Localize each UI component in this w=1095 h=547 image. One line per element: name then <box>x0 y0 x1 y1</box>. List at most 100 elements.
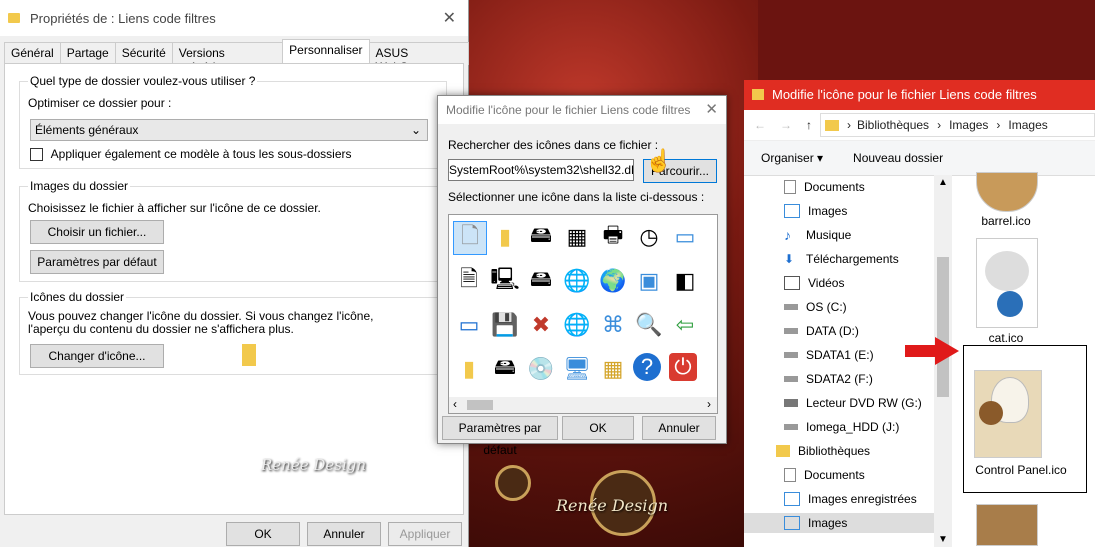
tree-item-documents[interactable]: Documents <box>784 177 865 197</box>
ok-button[interactable]: OK <box>562 416 634 440</box>
tree-item-drive-d[interactable]: DATA (D:) <box>784 321 859 341</box>
ok-button[interactable]: OK <box>226 522 300 546</box>
drive-icon <box>784 352 798 358</box>
tree-item-saved-images[interactable]: Images enregistrées <box>784 489 917 509</box>
search-icon[interactable]: 🔍 <box>633 309 665 341</box>
tab-customize[interactable]: Personnaliser <box>282 39 370 65</box>
monitor-icon[interactable]: ▭ <box>453 309 485 341</box>
power-icon[interactable]: ⏻ <box>669 353 697 381</box>
network-globe2-icon[interactable]: 🌐 <box>561 309 593 341</box>
optimize-select[interactable]: Éléments généraux ⌄ <box>30 119 428 141</box>
folder-icon[interactable]: ▮ <box>489 221 521 253</box>
desktop-icon[interactable]: 🖥 <box>561 353 593 385</box>
forward-icon[interactable]: → <box>780 118 792 132</box>
media-icon[interactable]: ◧ <box>669 265 701 297</box>
file-thumb-barrel[interactable] <box>976 172 1038 212</box>
icon-list[interactable]: 🗋 ▮ 🖴 ▦ 🖶 ◷ ▭ 🗎 🖳 🖴 🌐 🌍 ▣ ◧ ▭ 💾 ✖ 🌐 ⌘ 🔍 … <box>448 214 718 414</box>
tree-item-videos[interactable]: Vidéos <box>784 273 844 293</box>
tree-item-drive-c[interactable]: OS (C:) <box>784 297 847 317</box>
tree-label: Documents <box>804 468 865 482</box>
document-icon <box>784 180 796 194</box>
tree-item-music[interactable]: ♪ Musique <box>784 225 851 245</box>
globe-icon[interactable]: 🌐 <box>561 265 593 297</box>
breadcrumb-item[interactable]: Bibliothèques <box>857 118 929 132</box>
floppy-icon[interactable]: 💾 <box>489 309 521 341</box>
tree-item-libraries[interactable]: Bibliothèques <box>776 441 870 461</box>
blank-file-icon[interactable]: 🗋 <box>453 221 487 255</box>
tree-item-lib-images[interactable]: Images <box>784 513 847 533</box>
default-button[interactable]: Paramètres par défaut <box>442 416 558 457</box>
folder2-icon[interactable]: ▮ <box>453 353 485 385</box>
up-icon[interactable]: ↑ <box>806 118 812 132</box>
close-icon[interactable]: ✕ <box>443 8 456 28</box>
apply-subfolders-row[interactable]: Appliquer également ce modèle à tous les… <box>30 147 352 162</box>
file-path-input[interactable]: SystemRoot%\system32\shell32.dll <box>448 159 634 181</box>
tab-sharing[interactable]: Partage <box>59 42 116 65</box>
document-icon[interactable]: 🗎 <box>453 265 485 297</box>
file-thumb-cat[interactable] <box>976 238 1038 328</box>
chevron-left-icon[interactable]: ‹ <box>453 397 457 411</box>
clock-file-icon[interactable]: ◷ <box>633 221 665 253</box>
change-icon-dialog: Modifie l'icône pour le fichier Liens co… <box>437 95 727 457</box>
drive-icon <box>784 304 798 310</box>
close-icon[interactable]: ✕ <box>705 96 718 124</box>
cancel-button[interactable]: Annuler <box>307 522 381 546</box>
gauge-image <box>979 401 1003 425</box>
file-thumb-control-panel[interactable] <box>974 370 1042 458</box>
scrollbar-thumb[interactable] <box>937 257 949 397</box>
drive2-icon[interactable]: 🖴 <box>489 353 521 385</box>
apply-button[interactable]: Appliquer <box>388 522 462 546</box>
drive-icon <box>784 424 798 430</box>
tab-previous-versions[interactable]: Versions précédentes <box>171 42 284 74</box>
tree-label: Bibliothèques <box>798 444 871 458</box>
tree-item-drive-j[interactable]: Iomega_HDD (J:) <box>784 417 899 437</box>
breadcrumb-sep: › <box>996 118 1001 132</box>
tree-label: SDATA2 (F:) <box>806 372 873 386</box>
new-folder-button[interactable]: Nouveau dossier <box>853 151 943 165</box>
file-thumb-next[interactable] <box>976 504 1038 546</box>
address-bar[interactable]: › Bibliothèques › Images › Images <box>820 113 1095 137</box>
tree-item-lib-documents[interactable]: Documents <box>784 465 865 485</box>
tree-item-drive-e[interactable]: SDATA1 (E:) <box>784 345 874 365</box>
cancel-button[interactable]: Annuler <box>642 416 716 440</box>
network-globe-icon[interactable]: 🌍 <box>597 265 629 297</box>
tab-security[interactable]: Sécurité <box>114 42 173 65</box>
grid-icon[interactable]: ▦ <box>597 353 629 385</box>
music-icon: ♪ <box>784 227 791 243</box>
window-icon[interactable]: ▭ <box>669 221 701 253</box>
tree-item-downloads[interactable]: ⬇ Téléchargements <box>784 249 899 269</box>
choose-file-button[interactable]: Choisir un fichier... <box>30 220 164 244</box>
apply-subfolders-checkbox[interactable] <box>30 148 43 162</box>
network-drive-icon[interactable]: 🖴 <box>525 265 557 297</box>
printer-icon[interactable]: 🖶 <box>597 221 629 253</box>
tab-asus-webstorage[interactable]: ASUS WebStorage <box>368 42 469 74</box>
scrollbar-thumb[interactable] <box>467 400 493 410</box>
images-legend: Images du dossier <box>28 179 131 193</box>
cd-drive-icon[interactable]: 💿 <box>525 353 557 385</box>
drive-icon[interactable]: 🖴 <box>525 221 557 253</box>
change-icon-button[interactable]: Changer d'icône... <box>30 344 164 368</box>
organize-button[interactable]: Organiser ▾ <box>761 151 823 165</box>
chevron-down-icon[interactable]: ▼ <box>938 534 948 545</box>
drive-icon <box>784 376 798 382</box>
icons-legend: Icônes du dossier <box>28 290 127 304</box>
chevron-up-icon[interactable]: ▲ <box>938 177 948 188</box>
chip-icon[interactable]: ▦ <box>561 221 593 253</box>
icon-list-scrollbar[interactable]: ‹ › <box>449 397 717 413</box>
breadcrumb-item[interactable]: Images <box>1008 118 1047 132</box>
arrow-icon[interactable]: ⇦ <box>669 309 701 341</box>
tab-general[interactable]: Général <box>4 42 61 65</box>
back-icon[interactable]: ← <box>754 118 766 132</box>
tree-item-drive-f[interactable]: SDATA2 (F:) <box>784 369 873 389</box>
chevron-right-icon[interactable]: › <box>707 397 711 411</box>
computer-icon[interactable]: 🖳 <box>489 265 521 297</box>
remove-drive-icon[interactable]: ✖ <box>525 309 557 341</box>
images-desc: Choisissez le fichier à afficher sur l'i… <box>28 201 321 215</box>
default-settings-button[interactable]: Paramètres par défaut <box>30 250 164 274</box>
network-icon[interactable]: ⌘ <box>597 309 629 341</box>
tree-item-drive-g[interactable]: Lecteur DVD RW (G:) <box>784 393 922 413</box>
control-panel-icon[interactable]: ▣ <box>633 265 665 297</box>
breadcrumb-item[interactable]: Images <box>949 118 988 132</box>
tree-item-images[interactable]: Images <box>784 201 847 221</box>
help-icon[interactable]: ? <box>633 353 661 381</box>
